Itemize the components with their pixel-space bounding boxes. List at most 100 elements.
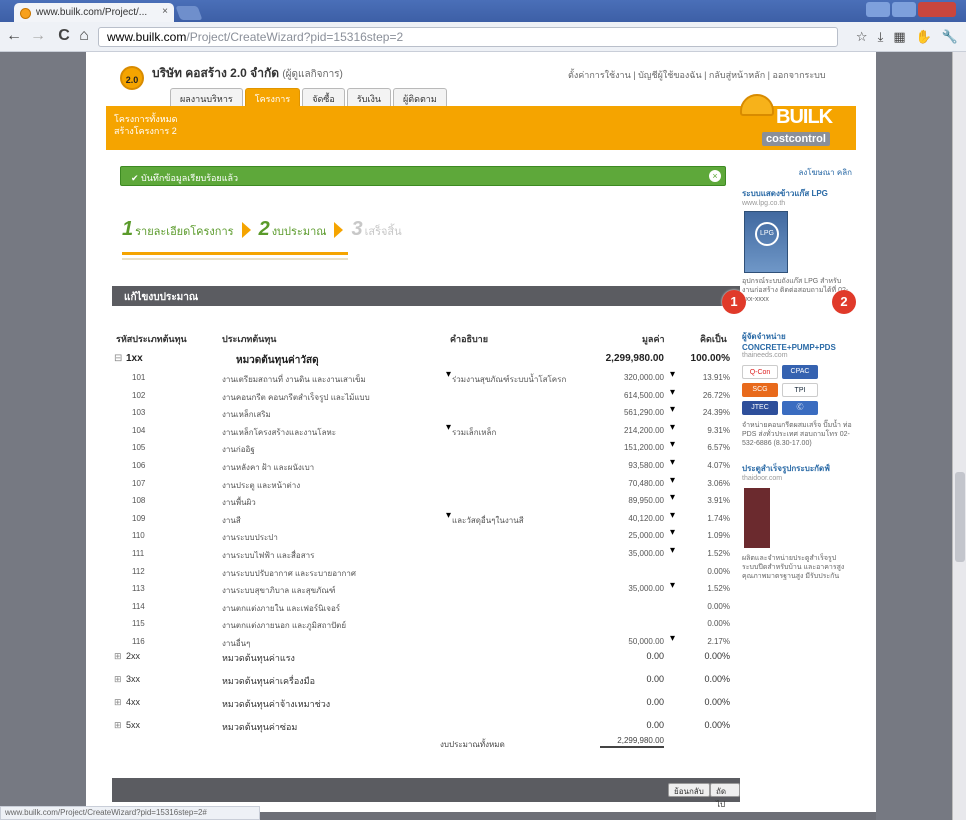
bookmark-star-icon[interactable]: ☆ [856,29,868,45]
group-row[interactable]: ⊞ 5xx หมวดต้นทุนค่าซ่อม 0.00 0.00% [112,717,740,734]
breadcrumb-all-projects[interactable]: โครงการทั้งหมด [114,113,177,125]
group-row[interactable]: ⊞ 4xx หมวดต้นทุนค่าจ้างเหมาช่วง 0.00 0.00% [112,694,740,711]
row-percent: 4.07% [707,461,730,470]
extension-icon[interactable]: ▦ [893,29,905,45]
advertise-link[interactable]: ลงโฆษณา คลิก [742,166,852,179]
row-code: 108 [132,496,146,506]
row-name: งานเตรียมสถานที่ งานดิน และงานเสาเข็ม [222,375,366,384]
group-row-1xx[interactable]: ⊟ 1xx หมวดต้นทุนค่าวัสดุ 2,299,980.00 10… [112,350,740,367]
expand-icon[interactable]: ⊞ [114,720,122,731]
new-tab-button[interactable] [175,6,203,20]
expand-icon[interactable]: ⊞ [114,697,122,708]
row-amount[interactable]: 35,000.00 [574,549,664,558]
row-name: งานระบบประปา [222,533,278,543]
row-amount[interactable]: 151,200.00 [574,443,664,452]
group-row[interactable]: ⊞ 3xx หมวดต้นทุนค่าเครื่องมือ 0.00 0.00% [112,671,740,688]
ad1-title[interactable]: ระบบแสดงข้าวแก๊ส LPG [742,187,852,200]
wizard-progress-track [122,258,348,260]
annotation-marker-2: 2 [832,290,856,314]
partner-logo[interactable]: Q-Con [742,365,778,379]
row-amount[interactable]: 89,950.00 [574,496,664,505]
wrench-icon[interactable]: 🔧 [942,29,958,45]
row-amount[interactable]: 40,120.00 [574,514,664,523]
budget-row[interactable]: 104 งานเหล็กโครงสร้างและงานโลหะ รวมเล็กเหล… [112,421,740,440]
download-icon[interactable]: ⤓ [878,29,884,45]
home-icon[interactable]: ⌂ [74,27,94,45]
hand-icon[interactable]: ✋ [916,29,932,45]
door-ad-image[interactable] [744,488,770,548]
expand-icon[interactable]: ⊞ [114,651,122,662]
back-icon[interactable]: ← [4,27,24,45]
budget-row[interactable]: 107 งานประตู และหน้าต่าง 70,480.00 3.06% ▾ [112,475,740,493]
notice-close-icon[interactable]: × [709,170,721,182]
back-button[interactable]: ย้อนกลับ [668,783,710,797]
maximize-button[interactable] [892,2,916,17]
row-name: งานก่ออิฐ [222,445,255,455]
ad3-url[interactable]: thaidoor.com [742,475,852,482]
group-amount: 0.00 [646,697,664,707]
step-budget[interactable]: 2 งบประมาณ [259,218,327,241]
scrollbar-thumb[interactable] [955,472,965,562]
tab-title: www.builk.com/Project/... [36,7,148,18]
ad2-title[interactable]: ผู้จัดจำหน่าย CONCRETE+PUMP+PDS [742,330,852,352]
edit-marker-icon: ▾ [670,421,676,433]
partner-logo[interactable]: Ⓒ [782,401,818,415]
expand-icon[interactable]: ⊞ [114,674,122,685]
group-percent: 0.00% [704,674,730,684]
ad3-text: ผลิตและจำหน่ายประตูสำเร็จรูประบบปีดสำหรั… [742,555,845,580]
budget-row[interactable]: 109 งานสี และวัสดุอื่นๆในงานสี 40,120.00 1.7… [112,510,740,528]
budget-row[interactable]: 105 งานก่ออิฐ 151,200.00 6.57% ▾ [112,439,740,457]
address-bar[interactable]: www.builk.com/Project/CreateWizard?pid=1… [98,27,838,47]
row-amount[interactable]: 614,500.00 [574,391,664,400]
row-amount[interactable]: 70,480.00 [574,479,664,488]
row-amount[interactable]: 93,580.00 [574,461,664,470]
budget-row[interactable]: 108 งานพื้นผิว 89,950.00 3.91% ▾ [112,492,740,510]
ad2-url[interactable]: thaineeds.com [742,352,852,359]
group-percent: 0.00% [704,720,730,730]
browser-status-bar: www.builk.com/Project/CreateWizard?pid=1… [0,806,260,820]
budget-row[interactable]: 103 งานเหล็กเสริม 561,290.00 24.39% ▾ [112,404,740,422]
budget-row[interactable]: 111 งานระบบไฟฟ้า และสื่อสาร 35,000.00 1.52%… [112,545,740,563]
ad3-title[interactable]: ประตูสำเร็จรูปกระบะกัดฟ์ [742,462,852,475]
group-name: หมวดต้นทุนค่าจ้างเหมาช่วง [222,699,331,709]
row-amount[interactable]: 320,000.00 [574,373,664,382]
row-amount[interactable]: 25,000.00 [574,531,664,540]
ad1-url[interactable]: www.lpg.co.th [742,200,852,207]
close-window-button[interactable] [918,2,956,17]
budget-row[interactable]: 114 งานตกแต่งภายใน และเฟอร์นิเจอร์ 0.00% [112,599,740,616]
edit-marker-icon: ▾ [670,439,676,451]
partner-logo[interactable]: SCG [742,383,778,397]
step-details[interactable]: 1 รายละเอียดโครงการ [122,218,234,241]
total-value: 2,299,980.00 [600,736,664,748]
partner-logo[interactable]: JTEC [742,401,778,415]
browser-tab-strip: www.builk.com/Project/... × [0,0,966,22]
expand-icon[interactable]: ⊟ [114,353,122,364]
reload-icon[interactable]: C [54,27,74,45]
budget-row[interactable]: 102 งานคอนกรีต คอนกรีตสำเร็จรูป และไม้แบบ… [112,387,740,405]
row-name: งานตกแต่งภายนอก และภูมิสถาปัตย์ [222,621,347,631]
partner-logo[interactable]: TPI [782,383,818,397]
row-amount[interactable]: 561,290.00 [574,408,664,417]
next-button[interactable]: ถัดไป [710,783,740,809]
row-amount[interactable]: 214,200.00 [574,426,664,435]
budget-row[interactable]: 115 งานตกแต่งภายนอก และภูมิสถาปัตย์ 0.00% [112,616,740,633]
success-text: ✔ บันทึกข้อมูลเรียบร้อยแล้ว [131,173,239,183]
page-scrollbar[interactable] [952,52,966,820]
group-row[interactable]: ⊞ 2xx หมวดต้นทุนค่าแรง 0.00 0.00% [112,648,740,665]
budget-row[interactable]: 101 งานเตรียมสถานที่ งานดิน และงานเสาเข็ม… [112,369,740,387]
tab-close-icon[interactable]: × [162,6,168,17]
partner-logo[interactable]: CPAC [782,365,818,379]
budget-row[interactable]: 113 งานระบบสุขาภิบาล และสุขภัณฑ์ 35,000.00… [112,580,740,598]
budget-row[interactable]: 106 งานหลังคา ฝ้า และผนังเบา 93,580.00 4.07… [112,457,740,475]
row-amount[interactable]: 35,000.00 [574,584,664,593]
minimize-button[interactable] [866,2,890,17]
row-name: งานประตู และหน้าต่าง [222,480,301,490]
group-amount: 0.00 [646,720,664,730]
budget-row[interactable]: 112 งานระบบปรับอากาศ และระบายอากาศ 0.00% [112,564,740,581]
row-amount[interactable]: 50,000.00 [574,637,664,646]
budget-row[interactable]: 110 งานระบบประปา 25,000.00 1.09% ▾ [112,527,740,545]
forward-icon[interactable]: → [28,27,48,45]
browser-tab[interactable]: www.builk.com/Project/... × [14,3,174,22]
lpg-ad-image[interactable]: LPG [744,211,788,273]
top-links[interactable]: ตั้งค่าการใช้งาน | บัญชีผู้ใช้ของฉัน | ก… [568,68,826,82]
